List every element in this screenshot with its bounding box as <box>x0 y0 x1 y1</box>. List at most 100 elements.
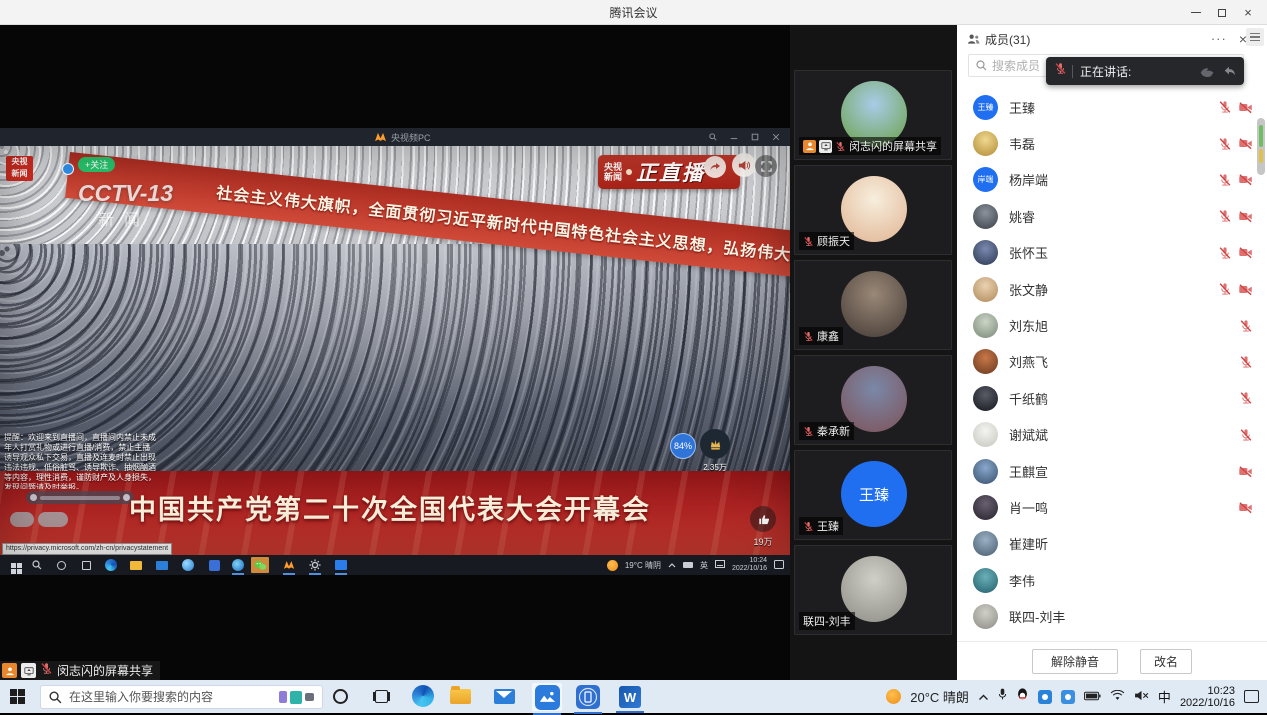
more-options-button[interactable]: ··· <box>1211 34 1227 44</box>
share-button[interactable] <box>704 156 726 178</box>
wechat-icon-shared[interactable] <box>251 557 269 573</box>
member-row[interactable]: 联四-刘丰 <box>957 598 1267 634</box>
ime-language-button[interactable]: 中 <box>1158 687 1171 706</box>
mic-muted-icon[interactable] <box>1218 209 1232 223</box>
mic-muted-icon[interactable] <box>1239 319 1253 333</box>
fullscreen-button[interactable] <box>755 155 777 177</box>
weather-text[interactable]: 20°C 晴朗 <box>910 687 969 706</box>
like-button[interactable] <box>750 506 776 532</box>
photos-icon-shared[interactable] <box>335 559 347 571</box>
member-row[interactable]: 崔建昕 <box>957 526 1267 562</box>
unmute-button[interactable]: 解除静音 <box>1032 649 1118 674</box>
member-row[interactable]: 谢斌斌 <box>957 417 1267 453</box>
start-button-shared[interactable] <box>7 559 19 571</box>
weather-icon[interactable] <box>886 689 901 704</box>
member-row[interactable]: 姚睿 <box>957 198 1267 234</box>
camera-muted-icon[interactable] <box>1238 173 1253 186</box>
mic-muted-icon[interactable] <box>1218 282 1232 296</box>
taskbar-search-box[interactable] <box>40 685 323 709</box>
member-row[interactable]: 刘燕飞 <box>957 344 1267 380</box>
file-explorer-icon-shared[interactable] <box>130 559 142 571</box>
phone-link-icon[interactable] <box>575 684 601 710</box>
tencent-meeting-icon[interactable] <box>532 683 562 711</box>
ime-lang-shared[interactable]: 英 <box>700 560 708 571</box>
cortana-icon-shared[interactable] <box>55 559 67 571</box>
file-explorer-icon[interactable] <box>450 689 471 704</box>
scrollbar-thumb[interactable] <box>1257 118 1265 175</box>
action-center-icon[interactable] <box>1244 690 1259 703</box>
mail-icon-shared[interactable] <box>156 559 168 571</box>
app-icon-shared[interactable] <box>208 559 220 571</box>
video-tile[interactable]: 秦承新 <box>794 355 952 445</box>
camera-muted-icon[interactable] <box>1238 210 1253 223</box>
restore-button[interactable] <box>1209 0 1235 25</box>
member-row[interactable]: 张文静 <box>957 271 1267 307</box>
app-search-icon[interactable] <box>709 133 717 141</box>
minimize-button[interactable] <box>1183 0 1209 25</box>
clock[interactable]: 10:23 2022/10/16 <box>1180 685 1235 709</box>
word-icon[interactable]: W <box>617 685 643 709</box>
cortana-button[interactable] <box>333 689 348 704</box>
mic-muted-icon[interactable] <box>1218 100 1232 114</box>
member-row[interactable]: 李伟 <box>957 562 1267 598</box>
close-button[interactable]: × <box>1235 0 1261 25</box>
mail-icon[interactable] <box>494 689 515 704</box>
tim-tray-icon[interactable] <box>1061 690 1075 704</box>
video-tile[interactable]: 王臻王臻 <box>794 450 952 540</box>
video-tile[interactable]: 联四-刘丰 <box>794 545 952 635</box>
ime-icon-shared[interactable] <box>683 562 693 568</box>
speaker-muted-icon[interactable] <box>1134 688 1149 706</box>
qq-tray-icon[interactable] <box>1016 687 1029 706</box>
mic-muted-icon[interactable] <box>1239 428 1253 442</box>
mic-muted-icon[interactable] <box>1218 173 1232 187</box>
taskbar-search-input[interactable] <box>69 690 272 704</box>
mic-muted-icon[interactable] <box>1239 391 1253 405</box>
clock-shared[interactable]: 10:24 2022/10/16 <box>732 557 767 573</box>
member-row[interactable]: 张怀玉 <box>957 235 1267 271</box>
notification-icon-shared[interactable] <box>774 560 784 571</box>
yangshipin-icon-shared[interactable] <box>283 559 295 571</box>
follow-button[interactable]: +关注 <box>78 157 115 172</box>
member-row[interactable]: 千纸鹤 <box>957 380 1267 416</box>
wifi-icon[interactable] <box>1110 688 1125 706</box>
tray-chevron-shared[interactable] <box>668 561 676 570</box>
app-restore-button[interactable] <box>751 133 759 141</box>
panel-menu-button[interactable] <box>1246 28 1264 46</box>
camera-muted-icon[interactable] <box>1238 246 1253 259</box>
video-tile[interactable]: 闵志闪的屏幕共享 <box>794 70 952 160</box>
member-row[interactable]: 岸端杨岸端 <box>957 162 1267 198</box>
volume-button[interactable] <box>732 153 756 177</box>
app-close-button[interactable] <box>772 133 780 141</box>
start-button[interactable] <box>10 689 17 696</box>
task-view-icon-shared[interactable] <box>80 559 92 571</box>
edge-icon-shared[interactable] <box>105 559 117 571</box>
mic-muted-icon[interactable] <box>1218 246 1232 260</box>
member-row[interactable]: 王臻王臻 <box>957 89 1267 125</box>
search-icon-shared[interactable] <box>31 559 43 571</box>
member-row[interactable]: 肖一鸣 <box>957 489 1267 525</box>
camera-muted-icon[interactable] <box>1238 137 1253 150</box>
mic-muted-icon[interactable] <box>1239 355 1253 369</box>
browser-icon-shared[interactable] <box>182 559 194 571</box>
meeting-app-icon-shared[interactable] <box>232 559 244 571</box>
camera-muted-icon[interactable] <box>1238 465 1253 478</box>
mic-muted-icon[interactable] <box>1218 137 1232 151</box>
member-row[interactable]: 韦磊 <box>957 125 1267 161</box>
battery-icon[interactable] <box>1084 688 1101 706</box>
video-tile[interactable]: 顾振天 <box>794 165 952 255</box>
member-row[interactable]: 刘东旭 <box>957 307 1267 343</box>
settings-gear-icon-shared[interactable] <box>309 559 321 571</box>
wechat-work-tray-icon[interactable] <box>1038 690 1052 704</box>
rename-button[interactable]: 改名 <box>1140 649 1192 674</box>
touch-keyboard-icon-shared[interactable] <box>715 560 725 570</box>
camera-muted-icon[interactable] <box>1238 101 1253 114</box>
tray-chevron[interactable] <box>978 688 989 706</box>
microphone-tray-icon[interactable] <box>998 687 1007 706</box>
task-view-button[interactable] <box>375 690 388 703</box>
video-tile[interactable]: 康鑫 <box>794 260 952 350</box>
edge-icon[interactable] <box>412 685 434 707</box>
camera-muted-icon[interactable] <box>1238 283 1253 296</box>
app-minimize-button[interactable] <box>730 133 738 141</box>
member-row[interactable]: 王麒宣 <box>957 453 1267 489</box>
camera-muted-icon[interactable] <box>1238 501 1253 514</box>
